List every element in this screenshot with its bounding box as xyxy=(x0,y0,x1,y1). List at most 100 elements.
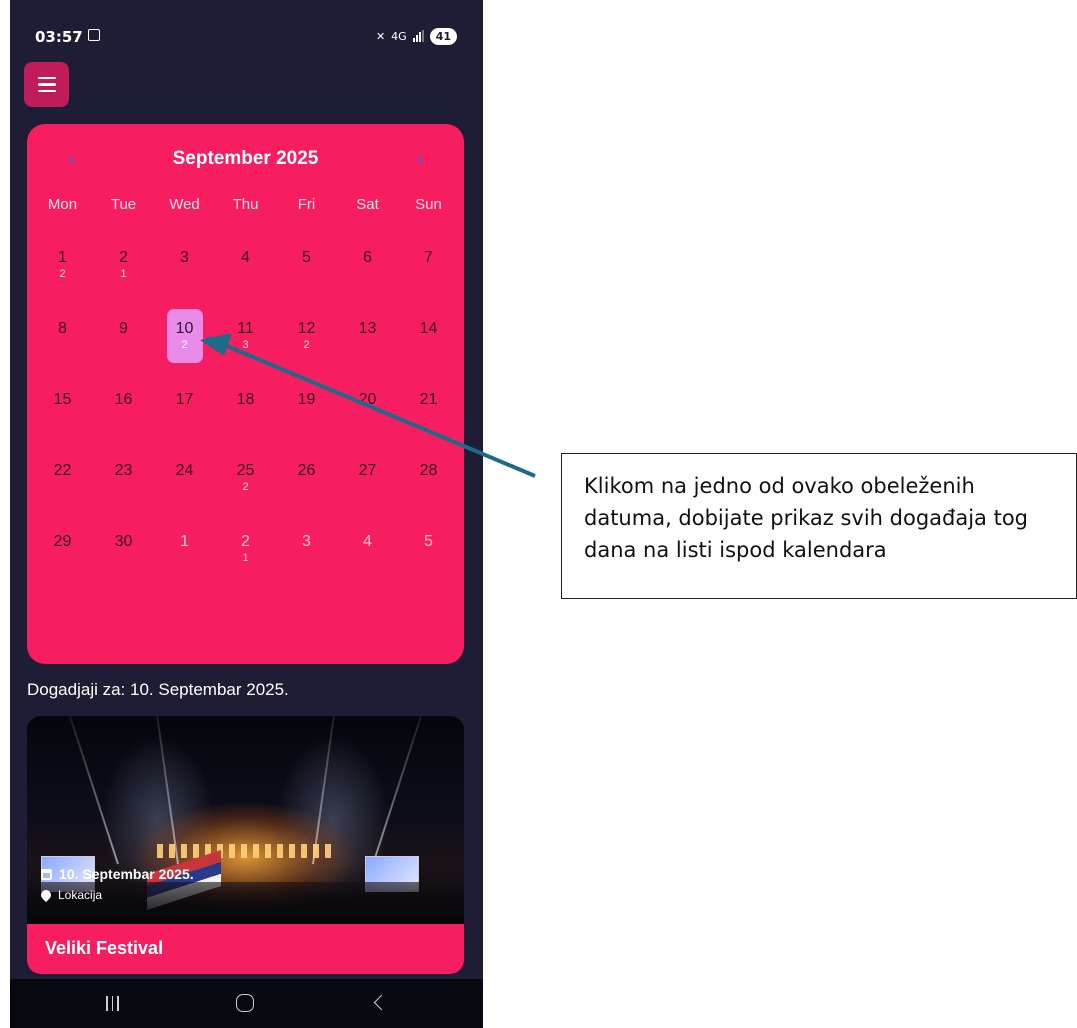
event-image: 10. Septembar 2025. Lokacija xyxy=(27,716,464,924)
event-date: 10. Septembar 2025. xyxy=(59,866,194,882)
calendar-day-inner: 16 xyxy=(106,380,142,434)
event-name: Veliki Festival xyxy=(45,938,164,958)
calendar-day-inner: 29 xyxy=(45,522,81,576)
event-name-bar: Veliki Festival xyxy=(27,924,464,974)
day-number: 27 xyxy=(358,461,377,479)
weekday-label: Thu xyxy=(232,196,259,213)
event-card[interactable]: 10. Septembar 2025. Lokacija Veliki Fest… xyxy=(27,716,464,974)
calendar-day-inner: 21 xyxy=(411,380,447,434)
day-event-count: 2 xyxy=(181,338,188,351)
calendar-day[interactable]: 4 xyxy=(337,513,398,584)
screenshot-icon xyxy=(88,29,100,41)
day-event-count: 3 xyxy=(242,338,249,351)
calendar-day[interactable]: 14 xyxy=(398,300,459,371)
day-number: 12 xyxy=(297,319,316,337)
calendar-day[interactable]: 4 xyxy=(215,229,276,300)
calendar-day[interactable]: 5 xyxy=(398,513,459,584)
calendar-day-inner: 1 xyxy=(167,522,203,576)
calendar-day-inner: 10 2 xyxy=(166,308,203,363)
weekday-label: Sat xyxy=(356,196,379,213)
day-number: 3 xyxy=(302,532,311,550)
calendar-day[interactable]: 12 2 xyxy=(276,300,337,371)
calendar-day[interactable]: 23 xyxy=(93,442,154,513)
home-icon[interactable] xyxy=(236,994,254,1012)
calendar-day[interactable]: 8 xyxy=(32,300,93,371)
day-number: 4 xyxy=(241,248,250,266)
event-location: Lokacija xyxy=(58,888,103,902)
calendar-day[interactable]: 3 xyxy=(154,229,215,300)
recent-apps-icon[interactable] xyxy=(106,996,119,1011)
day-number: 10 xyxy=(175,319,194,337)
calendar-day[interactable]: 29 xyxy=(32,513,93,584)
calendar-day-inner: 23 xyxy=(106,451,142,505)
calendar-day[interactable]: 16 xyxy=(93,371,154,442)
calendar-day-inner: 20 xyxy=(350,380,386,434)
signal-icon xyxy=(412,30,424,42)
calendar-day[interactable]: 25 2 xyxy=(215,442,276,513)
calendar-day-inner: 11 3 xyxy=(228,309,264,363)
calendar-day[interactable]: 5 xyxy=(276,229,337,300)
day-number: 26 xyxy=(297,461,316,479)
menu-icon xyxy=(37,76,56,80)
chevron-right-icon[interactable] xyxy=(418,155,424,165)
day-number: 18 xyxy=(236,390,255,408)
calendar-day-inner: 4 xyxy=(228,238,264,292)
day-number: 3 xyxy=(180,248,189,266)
status-bar: 03:57 ✕ 4G 41 xyxy=(10,0,483,60)
light-beam xyxy=(151,716,179,865)
weekday-header: Mon Tue Wed Thu Fri Sat Sun xyxy=(32,196,459,213)
calendar-day[interactable]: 20 xyxy=(337,371,398,442)
calendar: September 2025 Mon Tue Wed Thu Fri Sat Sun 122… xyxy=(27,124,464,664)
calendar-day[interactable]: 24 xyxy=(154,442,215,513)
calendar-day[interactable]: 21 xyxy=(215,513,276,584)
calendar-day[interactable]: 12 xyxy=(32,229,93,300)
day-number: 19 xyxy=(297,390,316,408)
light-beam xyxy=(372,716,430,865)
calendar-day[interactable]: 21 xyxy=(398,371,459,442)
calendar-day-inner: 3 xyxy=(167,238,203,292)
calendar-day[interactable]: 9 xyxy=(93,300,154,371)
calendar-day[interactable]: 6 xyxy=(337,229,398,300)
calendar-day-inner: 5 xyxy=(289,238,325,292)
back-icon[interactable] xyxy=(373,994,390,1011)
calendar-day-inner: 21 xyxy=(106,238,142,292)
day-event-count: 1 xyxy=(120,267,127,280)
annotation-box: Klikom na jedno od ovako obeleženih datu… xyxy=(561,453,1077,599)
calendar-day-inner: 12 xyxy=(45,238,81,292)
calendar-day-inner: 13 xyxy=(350,309,386,363)
day-number: 29 xyxy=(53,532,72,550)
calendar-day[interactable]: 21 xyxy=(93,229,154,300)
day-number: 21 xyxy=(419,390,438,408)
calendar-day[interactable]: 17 xyxy=(154,371,215,442)
menu-button[interactable] xyxy=(24,62,69,107)
calendar-day[interactable]: 30 xyxy=(93,513,154,584)
calendar-day[interactable]: 3 xyxy=(276,513,337,584)
menu-icon-line xyxy=(37,83,56,86)
calendar-day[interactable]: 18 xyxy=(215,371,276,442)
calendar-day-selected[interactable]: 10 2 xyxy=(154,300,215,371)
calendar-day-inner: 30 xyxy=(106,522,142,576)
event-date-row: 10. Septembar 2025. xyxy=(41,866,194,882)
day-event-count: 2 xyxy=(242,480,249,493)
calendar-day[interactable]: 22 xyxy=(32,442,93,513)
calendar-day[interactable]: 11 3 xyxy=(215,300,276,371)
calendar-day-inner: 28 xyxy=(411,451,447,505)
calendar-day[interactable]: 27 xyxy=(337,442,398,513)
day-number: 28 xyxy=(419,461,438,479)
day-number: 5 xyxy=(424,532,433,550)
calendar-day-inner: 14 xyxy=(411,309,447,363)
light-beam xyxy=(312,716,340,865)
calendar-day[interactable]: 28 xyxy=(398,442,459,513)
weekday-label: Fri xyxy=(297,196,316,213)
day-event-count: 2 xyxy=(303,338,310,351)
calendar-day[interactable]: 1 xyxy=(154,513,215,584)
mute-icon: ✕ xyxy=(375,29,386,43)
calendar-day[interactable]: 7 xyxy=(398,229,459,300)
calendar-day[interactable]: 15 xyxy=(32,371,93,442)
calendar-day[interactable]: 26 xyxy=(276,442,337,513)
network-type: 4G xyxy=(391,29,407,43)
calendar-day[interactable]: 19 xyxy=(276,371,337,442)
calendar-day[interactable]: 13 xyxy=(337,300,398,371)
system-nav-bar xyxy=(10,979,483,1028)
weekday-label: Wed xyxy=(169,196,200,213)
